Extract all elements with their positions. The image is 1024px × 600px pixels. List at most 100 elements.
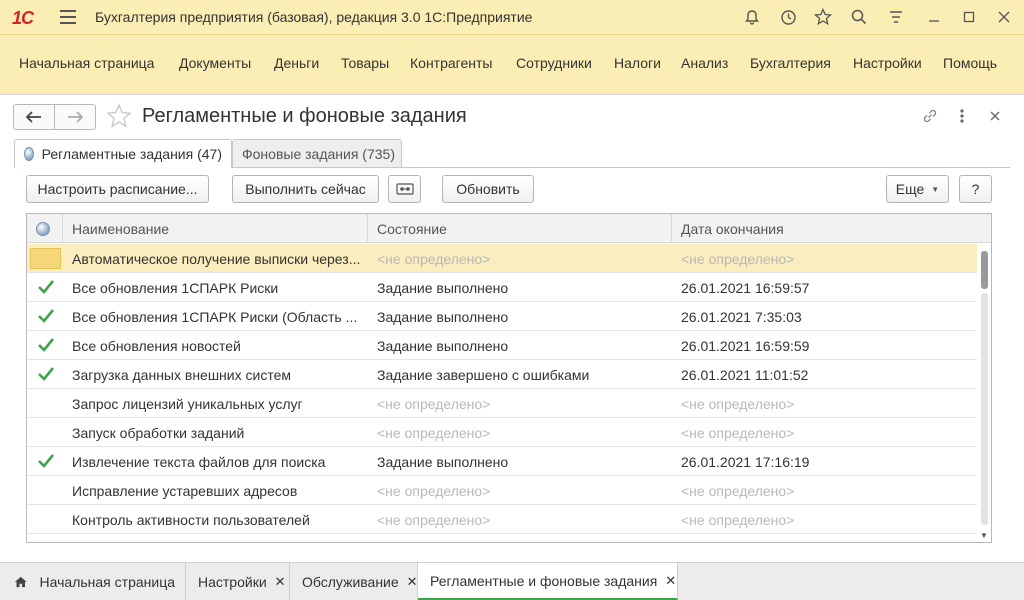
run-now-button[interactable]: Выполнить сейчас <box>232 175 379 203</box>
globe-icon <box>36 221 50 236</box>
tab-label: Фоновые задания (735) <box>242 145 395 162</box>
close-tab-icon[interactable]: ✕ <box>407 574 418 590</box>
job-end-date-cell: 26.01.2021 7:35:03 <box>681 308 802 325</box>
job-state-cell: Задание выполнено <box>377 279 509 296</box>
minimize-icon[interactable] <box>922 6 946 28</box>
menu-item-accounting[interactable]: Бухгалтерия <box>750 55 831 71</box>
menu-item-documents[interactable]: Документы <box>179 55 251 71</box>
window-tab-label: Регламентные и фоновые задания <box>430 572 658 589</box>
menu-item-settings[interactable]: Настройки <box>853 55 922 71</box>
job-state-cell: Задание завершено с ошибками <box>377 366 590 383</box>
close-tab-icon[interactable]: ✕ <box>665 573 676 589</box>
tab-background-jobs[interactable]: Фоновые задания (735) <box>232 139 402 167</box>
maximize-icon[interactable] <box>957 6 981 28</box>
help-button[interactable]: ? <box>959 175 992 203</box>
status-icon-cell <box>27 505 63 534</box>
job-state-cell: <не определено> <box>377 511 491 528</box>
history-icon[interactable] <box>776 6 800 28</box>
job-end-date-cell: 26.01.2021 11:01:52 <box>681 366 809 383</box>
check-icon <box>38 280 55 294</box>
table-row[interactable]: Запуск обработки заданий <не определено> <… <box>27 418 977 447</box>
table-row[interactable]: Исправление устаревших адресов <не опреде… <box>27 476 977 505</box>
tab-scheduled-jobs[interactable]: Регламентные задания (47) <box>14 139 232 168</box>
status-icon-cell <box>27 418 63 447</box>
close-form-icon[interactable] <box>984 105 1006 127</box>
link-icon[interactable] <box>919 105 941 127</box>
job-name-cell: Запрос лицензий уникальных услуг <box>72 395 303 412</box>
table-row[interactable]: Извлечение текста файлов для поиска Задан… <box>27 447 977 476</box>
status-icon-cell <box>27 360 63 389</box>
job-name-cell: Автоматическое получение выписки через..… <box>72 250 361 267</box>
main-menu: Начальная страница Документы Деньги Това… <box>0 34 1024 94</box>
window-tab-home[interactable]: Начальная страница <box>0 563 186 600</box>
window-tab-maintenance[interactable]: Обслуживание ✕ <box>290 563 418 600</box>
menu-lines-icon[interactable] <box>884 6 908 28</box>
table-row[interactable]: Запрос лицензий уникальных услуг <не опре… <box>27 389 977 418</box>
globe-icon <box>24 147 34 161</box>
table-row[interactable]: Загрузка данных внешних систем Задание за… <box>27 360 977 389</box>
header-status-icon-column[interactable] <box>27 214 63 243</box>
title-bar: 1С Бухгалтерия предприятия (базовая), ре… <box>0 0 1024 34</box>
menu-item-help[interactable]: Помощь <box>943 55 997 71</box>
menu-item-goods[interactable]: Товары <box>341 55 389 71</box>
log-button[interactable] <box>388 175 421 203</box>
job-name-cell: Все обновления новостей <box>72 337 241 354</box>
menu-item-analysis[interactable]: Анализ <box>681 55 728 71</box>
home-icon <box>14 576 27 588</box>
scroll-thumb[interactable] <box>981 251 988 289</box>
menu-item-home[interactable]: Начальная страница <box>19 55 154 71</box>
window-tab-settings[interactable]: Настройки ✕ <box>186 563 290 600</box>
header-end-date[interactable]: Дата окончания <box>672 214 991 243</box>
vertical-scrollbar[interactable]: ▼ <box>977 243 991 542</box>
header-state[interactable]: Состояние <box>368 214 672 243</box>
job-end-date-cell: <не определено> <box>681 395 795 412</box>
job-name-cell: Все обновления 1СПАРК Риски (Область ... <box>72 308 358 325</box>
forward-arrow-icon[interactable] <box>54 105 95 129</box>
back-arrow-icon[interactable] <box>14 105 54 129</box>
more-vertical-icon[interactable] <box>951 105 973 127</box>
schedule-button[interactable]: Настроить расписание... <box>26 175 209 203</box>
job-state-cell: Задание выполнено <box>377 337 509 354</box>
check-icon <box>38 338 55 352</box>
window-tab-scheduled-jobs[interactable]: Регламентные и фоновые задания ✕ <box>418 563 678 600</box>
tab-label: Регламентные задания (47) <box>41 146 222 162</box>
table-row[interactable]: Все обновления новостей Задание выполнено… <box>27 331 977 360</box>
menu-item-employees[interactable]: Сотрудники <box>516 55 592 71</box>
bell-icon[interactable] <box>740 6 764 28</box>
refresh-button[interactable]: Обновить <box>442 175 534 203</box>
more-label: Еще <box>895 181 925 197</box>
selected-cell-marker <box>30 248 61 269</box>
status-icon-cell <box>27 273 63 302</box>
favorites-star-icon[interactable] <box>811 6 835 28</box>
open-windows-bar: Начальная страница Настройки ✕ Обслужива… <box>0 562 1024 600</box>
table-row[interactable]: Все обновления 1СПАРК Риски (Область ...… <box>27 302 977 331</box>
window-tab-label: Обслуживание <box>302 574 399 590</box>
job-name-cell: Исправление устаревших адресов <box>72 482 298 499</box>
table-header: Наименование Состояние Дата окончания <box>27 214 991 243</box>
menu-item-money[interactable]: Деньги <box>274 55 319 71</box>
hamburger-menu-icon[interactable] <box>60 10 76 24</box>
job-end-date-cell: 26.01.2021 17:16:19 <box>681 453 810 470</box>
header-name[interactable]: Наименование <box>63 214 368 243</box>
table-row[interactable]: Автоматическое получение выписки через..… <box>27 244 977 273</box>
menu-item-counterparties[interactable]: Контрагенты <box>410 55 492 71</box>
close-window-icon[interactable] <box>992 6 1016 28</box>
close-tab-icon[interactable]: ✕ <box>275 574 286 590</box>
favorite-star-icon[interactable] <box>106 103 132 136</box>
job-end-date-cell: <не определено> <box>681 250 795 267</box>
app-logo: 1С <box>12 8 34 28</box>
job-name-cell: Загрузка данных внешних систем <box>72 366 291 383</box>
status-icon-cell <box>27 331 63 360</box>
status-icon-cell <box>27 244 63 273</box>
table-row[interactable]: Контроль активности пользователей <не опр… <box>27 505 977 534</box>
more-button[interactable]: Еще ▼ <box>886 175 949 203</box>
table-row[interactable]: Все обновления 1СПАРК Риски Задание выпол… <box>27 273 977 302</box>
jobs-table: Наименование Состояние Дата окончания Ав… <box>26 213 992 543</box>
job-state-cell: <не определено> <box>377 482 491 499</box>
menu-item-taxes[interactable]: Налоги <box>614 55 661 71</box>
scroll-track[interactable] <box>981 293 988 525</box>
scroll-down-arrow-icon[interactable]: ▼ <box>980 531 988 540</box>
job-name-cell: Запуск обработки заданий <box>72 424 245 441</box>
search-icon[interactable] <box>847 6 871 28</box>
job-name-cell: Извлечение текста файлов для поиска <box>72 453 326 470</box>
